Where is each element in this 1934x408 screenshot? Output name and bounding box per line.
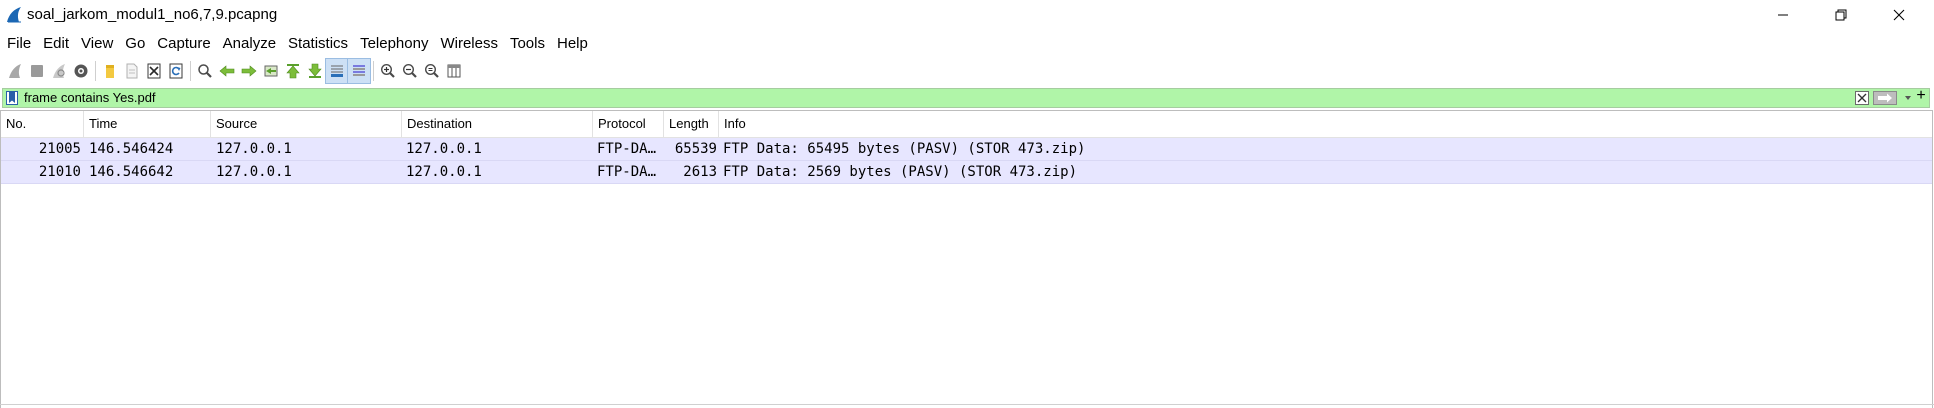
reload-file-button[interactable] bbox=[165, 59, 187, 83]
wireshark-logo-icon bbox=[7, 7, 21, 23]
zoom-in-button[interactable] bbox=[377, 59, 399, 83]
add-filter-button-plus-icon[interactable]: + bbox=[1912, 86, 1930, 106]
packet-no: 21010 bbox=[38, 164, 81, 180]
column-header-source[interactable]: Source bbox=[211, 111, 402, 137]
column-header-time[interactable]: Time bbox=[84, 111, 211, 137]
packet-protocol: FTP-DA… bbox=[597, 164, 657, 180]
zoom-out-icon bbox=[402, 63, 417, 78]
apply-filter-icon[interactable] bbox=[1873, 91, 1897, 105]
toolbar-separator bbox=[190, 61, 191, 81]
find-packet-icon bbox=[198, 64, 212, 78]
resize-columns-icon bbox=[447, 64, 461, 78]
open-file-button[interactable] bbox=[99, 59, 121, 83]
close-button[interactable] bbox=[1870, 0, 1928, 30]
last-packet-icon bbox=[308, 63, 322, 78]
start-capture-button[interactable] bbox=[4, 59, 26, 83]
column-header-destination[interactable]: Destination bbox=[402, 111, 593, 137]
capture-options-button[interactable] bbox=[70, 59, 92, 83]
autoscroll-button[interactable] bbox=[325, 58, 349, 84]
menu-tools[interactable]: Tools bbox=[504, 35, 551, 52]
display-filter-bar bbox=[2, 88, 1930, 108]
pane-divider[interactable] bbox=[0, 404, 1934, 405]
menu-file[interactable]: File bbox=[0, 35, 37, 52]
packet-protocol: FTP-DA… bbox=[597, 141, 657, 157]
stop-capture-icon bbox=[31, 65, 43, 77]
packet-row[interactable]: 21010 146.546642 127.0.0.1 127.0.0.1 FTP… bbox=[1, 161, 1932, 184]
clear-filter-icon[interactable] bbox=[1855, 91, 1869, 105]
main-toolbar bbox=[0, 57, 1934, 85]
column-header-protocol[interactable]: Protocol bbox=[593, 111, 664, 137]
reload-file-icon bbox=[169, 63, 183, 79]
menu-analyze[interactable]: Analyze bbox=[217, 35, 282, 52]
save-file-button[interactable] bbox=[121, 59, 143, 83]
column-header-no[interactable]: No. bbox=[1, 111, 84, 137]
packet-list-header: No. Time Source Destination Protocol Len… bbox=[1, 111, 1932, 138]
last-packet-button[interactable] bbox=[304, 59, 326, 83]
packet-rows: 21005 146.546424 127.0.0.1 127.0.0.1 FTP… bbox=[1, 138, 1932, 184]
packet-time: 146.546424 bbox=[89, 141, 174, 157]
packet-length: 65539 bbox=[674, 141, 717, 157]
packet-row[interactable]: 21005 146.546424 127.0.0.1 127.0.0.1 FTP… bbox=[1, 138, 1932, 161]
menu-telephony[interactable]: Telephony bbox=[354, 35, 434, 52]
window-title: soal_jarkom_modul1_no6,7,9.pcapng bbox=[27, 6, 278, 23]
column-header-info[interactable]: Info bbox=[719, 111, 1931, 137]
normal-size-icon bbox=[424, 63, 439, 78]
restart-capture-button[interactable] bbox=[48, 59, 70, 83]
resize-columns-button[interactable] bbox=[443, 59, 465, 83]
packet-source: 127.0.0.1 bbox=[216, 141, 292, 157]
packet-list: No. Time Source Destination Protocol Len… bbox=[0, 110, 1933, 408]
autoscroll-icon bbox=[331, 65, 343, 77]
packet-destination: 127.0.0.1 bbox=[406, 164, 482, 180]
packet-destination: 127.0.0.1 bbox=[406, 141, 482, 157]
minimize-icon bbox=[1778, 14, 1788, 16]
minimize-button[interactable] bbox=[1754, 0, 1812, 30]
menu-statistics[interactable]: Statistics bbox=[282, 35, 354, 52]
title-bar: soal_jarkom_modul1_no6,7,9.pcapng bbox=[0, 0, 1934, 30]
go-forward-button[interactable] bbox=[238, 59, 260, 83]
restore-button[interactable] bbox=[1812, 0, 1870, 30]
menu-bar: File Edit View Go Capture Analyze Statis… bbox=[0, 32, 594, 54]
restore-icon bbox=[1835, 9, 1847, 21]
start-capture-icon bbox=[9, 64, 21, 78]
packet-source: 127.0.0.1 bbox=[216, 164, 292, 180]
packet-info: FTP Data: 65495 bytes (PASV) (STOR 473.z… bbox=[723, 141, 1086, 157]
toolbar-separator bbox=[95, 61, 96, 81]
menu-capture[interactable]: Capture bbox=[151, 35, 216, 52]
packet-length: 2613 bbox=[683, 164, 717, 180]
first-packet-icon bbox=[286, 64, 300, 79]
menu-view[interactable]: View bbox=[75, 35, 119, 52]
bookmark-icon[interactable] bbox=[6, 91, 18, 105]
restart-capture-icon bbox=[53, 64, 65, 78]
go-to-packet-button[interactable] bbox=[260, 59, 282, 83]
close-icon bbox=[1893, 9, 1905, 21]
go-to-packet-icon bbox=[264, 65, 278, 77]
colorize-icon bbox=[353, 65, 365, 76]
display-filter-input[interactable] bbox=[24, 89, 1424, 107]
menu-edit[interactable]: Edit bbox=[37, 35, 75, 52]
go-back-icon bbox=[219, 65, 235, 77]
open-file-icon bbox=[106, 65, 114, 78]
colorize-button[interactable] bbox=[347, 58, 371, 84]
close-file-button[interactable] bbox=[143, 59, 165, 83]
go-forward-icon bbox=[241, 65, 257, 77]
normal-size-button[interactable] bbox=[421, 59, 443, 83]
first-packet-button[interactable] bbox=[282, 59, 304, 83]
packet-info: FTP Data: 2569 bytes (PASV) (STOR 473.zi… bbox=[723, 164, 1078, 180]
menu-wireless[interactable]: Wireless bbox=[434, 35, 504, 52]
menu-go[interactable]: Go bbox=[119, 35, 151, 52]
save-file-icon bbox=[126, 63, 138, 79]
zoom-in-icon bbox=[380, 63, 395, 78]
toolbar-separator bbox=[373, 61, 374, 81]
packet-time: 146.546642 bbox=[89, 164, 174, 180]
capture-options-icon bbox=[74, 64, 88, 78]
go-back-button[interactable] bbox=[216, 59, 238, 83]
find-packet-button[interactable] bbox=[194, 59, 216, 83]
zoom-out-button[interactable] bbox=[399, 59, 421, 83]
packet-no: 21005 bbox=[38, 141, 81, 157]
menu-help[interactable]: Help bbox=[551, 35, 594, 52]
stop-capture-button[interactable] bbox=[26, 59, 48, 83]
close-file-icon bbox=[147, 63, 161, 79]
column-header-length[interactable]: Length bbox=[664, 111, 719, 137]
